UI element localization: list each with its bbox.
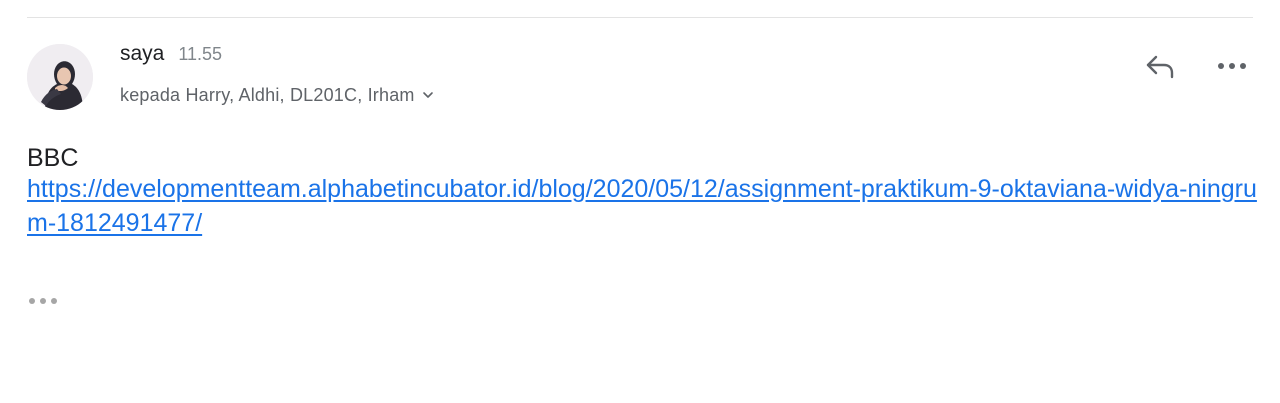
more-options-button[interactable] <box>1214 48 1250 84</box>
chevron-down-icon[interactable] <box>421 88 435 102</box>
message-time: 11.55 <box>178 44 223 64</box>
recipients-line[interactable]: kepada Harry, Aldhi, DL201C, Irham <box>120 82 435 108</box>
ellipsis-icon <box>29 298 57 304</box>
sender-name[interactable]: saya <box>120 42 164 66</box>
show-trimmed-content-button[interactable] <box>27 292 61 310</box>
message-divider <box>27 17 1253 18</box>
sender-avatar[interactable] <box>27 44 93 110</box>
message-body-text: BBC <box>27 144 79 172</box>
more-horizontal-icon <box>1218 63 1246 69</box>
reply-button[interactable] <box>1142 48 1178 84</box>
message-link[interactable]: https://developmentteam.alphabetincubato… <box>27 172 1257 240</box>
avatar-image <box>27 44 93 110</box>
sender-line: saya 11.55 <box>120 42 222 70</box>
recipients-text[interactable]: kepada Harry, Aldhi, DL201C, Irham <box>120 85 415 106</box>
reply-icon <box>1146 55 1174 79</box>
